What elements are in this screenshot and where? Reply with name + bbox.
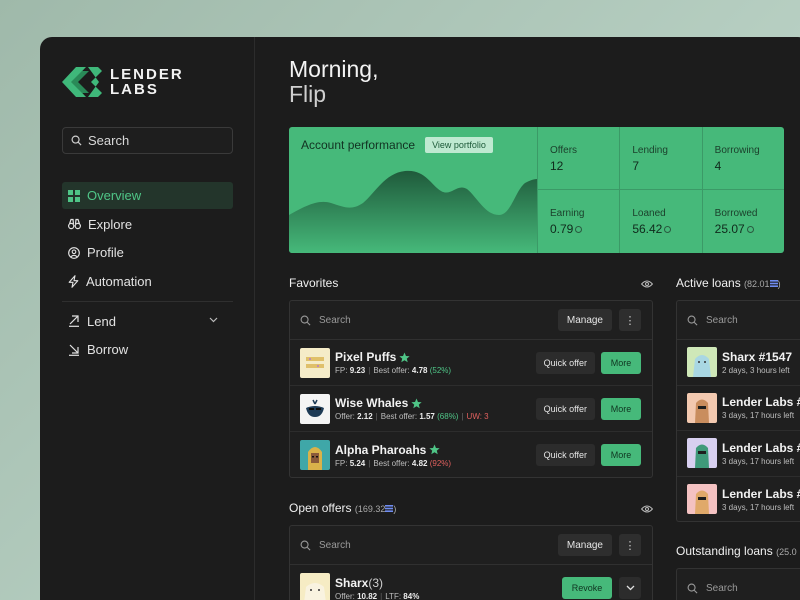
outstanding-loans-search-input[interactable]: Search: [677, 569, 800, 600]
open-offers-search-input[interactable]: Search Manage ⋮: [290, 526, 652, 565]
nav-divider: [62, 300, 233, 302]
lender-labs-thumbnail: [687, 484, 717, 515]
sidebar-item-explore[interactable]: Explore: [62, 211, 233, 238]
coin-icon: [664, 225, 672, 233]
lender-labs-thumbnail: [687, 392, 717, 423]
sidebar: LENDER LABS Search Overview Explore Prof…: [40, 37, 255, 600]
sidebar-item-overview[interactable]: Overview: [62, 182, 233, 209]
active-loan-row[interactable]: Lender Labs #3 days, 17 hours left: [677, 386, 800, 431]
open-offers-title: Open offers (169.32): [289, 501, 397, 515]
performance-title: Account performance View portfolio: [301, 137, 493, 153]
eye-icon[interactable]: [641, 280, 653, 288]
binoculars-icon: [68, 218, 81, 230]
brand-logo[interactable]: LENDER LABS: [62, 67, 184, 97]
quick-offer-button[interactable]: Quick offer: [535, 398, 595, 420]
alpha-pharoahs-thumbnail: [300, 440, 330, 470]
kebab-menu-icon[interactable]: ⋮: [619, 309, 641, 331]
performance-area-chart: [289, 170, 537, 253]
sharx-thumbnail: [687, 347, 717, 378]
sidebar-item-automation[interactable]: Automation: [62, 268, 233, 295]
coin-icon: [746, 225, 754, 233]
view-portfolio-button[interactable]: View portfolio: [425, 137, 493, 153]
lender-labs-thumbnail: [687, 438, 717, 469]
open-offers-panel: Search Manage ⋮ Sharx (3) Offer: 10.82 | LT…: [289, 525, 653, 600]
outstanding-loans-title: Outstanding loans (25.0: [676, 544, 797, 558]
brand-name: LENDER LABS: [110, 66, 184, 98]
stat-earning: Earning 0.79: [537, 190, 619, 253]
stat-loaned: Loaned 56.42: [619, 190, 701, 253]
sidebar-search-input[interactable]: Search: [62, 127, 233, 154]
chevron-down-icon: [626, 585, 634, 591]
sidebar-item-borrow[interactable]: Borrow: [62, 336, 233, 363]
chevron-down-icon[interactable]: [209, 317, 218, 323]
search-icon: [300, 315, 311, 325]
greeting: Morning, Flip: [289, 56, 379, 107]
favorite-row: Pixel Puffs FP: 9.23 | Best offer: 4.78 (5…: [290, 340, 652, 386]
active-loans-title: Active loans (82.01): [676, 276, 781, 290]
active-loan-row[interactable]: Lender Labs #3 days, 17 hours left: [677, 431, 800, 477]
arrow-up-right-icon: [69, 315, 79, 327]
stat-borrowing: Borrowing 4: [701, 127, 784, 190]
active-loans-search-input[interactable]: Search: [677, 301, 800, 340]
account-performance-card: Account performance View portfolio Offer…: [289, 127, 784, 253]
expand-button[interactable]: [619, 577, 641, 599]
stat-lending: Lending 7: [619, 127, 702, 190]
more-button[interactable]: More: [601, 398, 641, 420]
favorites-title: Favorites: [289, 276, 339, 290]
sharx-thumbnail: [300, 573, 330, 600]
coin-icon: [575, 225, 583, 233]
star-icon[interactable]: [429, 444, 440, 455]
favorites-panel: Search Manage ⋮ Pixel Puffs FP: 9.23 | Bes…: [289, 300, 653, 478]
quick-offer-button[interactable]: Quick offer: [535, 352, 595, 374]
manage-button[interactable]: Manage: [557, 534, 612, 556]
lightning-icon: [68, 274, 79, 288]
search-icon: [71, 135, 82, 146]
active-loans-panel: Search Sharx #1547 2 days, 3 hours left L…: [676, 300, 800, 522]
manage-button[interactable]: Manage: [557, 309, 612, 331]
arrow-down-right-icon: [69, 344, 79, 356]
search-icon: [687, 583, 698, 593]
app-window: LENDER LABS Search Overview Explore Prof…: [40, 37, 800, 600]
logo-icon: [62, 67, 102, 97]
favorite-row: Alpha Pharoahs FP: 5.24 | Best offer: 4.82…: [290, 432, 652, 478]
pixel-puffs-thumbnail: [300, 347, 330, 378]
search-icon: [300, 540, 311, 550]
favorites-search-input[interactable]: Search Manage ⋮: [290, 301, 652, 340]
quick-offer-button[interactable]: Quick offer: [535, 444, 595, 466]
sidebar-item-profile[interactable]: Profile: [62, 239, 233, 266]
star-icon[interactable]: [411, 397, 422, 409]
user-circle-icon: [68, 246, 80, 259]
outstanding-loans-panel: Search: [676, 568, 800, 600]
eye-icon[interactable]: [641, 505, 653, 513]
active-loan-row[interactable]: Sharx #1547 2 days, 3 hours left: [677, 340, 800, 386]
wise-whales-thumbnail: [300, 393, 330, 424]
revoke-button[interactable]: Revoke: [562, 577, 612, 599]
kebab-menu-icon[interactable]: ⋮: [619, 534, 641, 556]
search-icon: [687, 315, 698, 325]
more-button[interactable]: More: [601, 444, 641, 466]
sidebar-nav: Overview Explore Profile Automation Lend: [62, 182, 233, 365]
sidebar-item-lend[interactable]: Lend: [62, 308, 233, 335]
performance-stats: Offers 12 Lending 7 Borrowing 4 Earning …: [537, 127, 784, 253]
active-loan-row[interactable]: Lender Labs #3 days, 17 hours left: [677, 477, 800, 523]
grid-icon: [68, 189, 80, 202]
stat-borrowed: Borrowed 25.07: [701, 190, 784, 253]
open-offer-row: Sharx (3) Offer: 10.82 | LTF: 84% Revoke: [290, 565, 652, 600]
star-icon[interactable]: [399, 351, 410, 363]
favorite-row: Wise Whales Offer: 2.12 | Best offer: 1.57…: [290, 386, 652, 432]
stat-offers: Offers 12: [537, 127, 620, 190]
more-button[interactable]: More: [601, 352, 641, 374]
token-icon: [769, 280, 778, 287]
